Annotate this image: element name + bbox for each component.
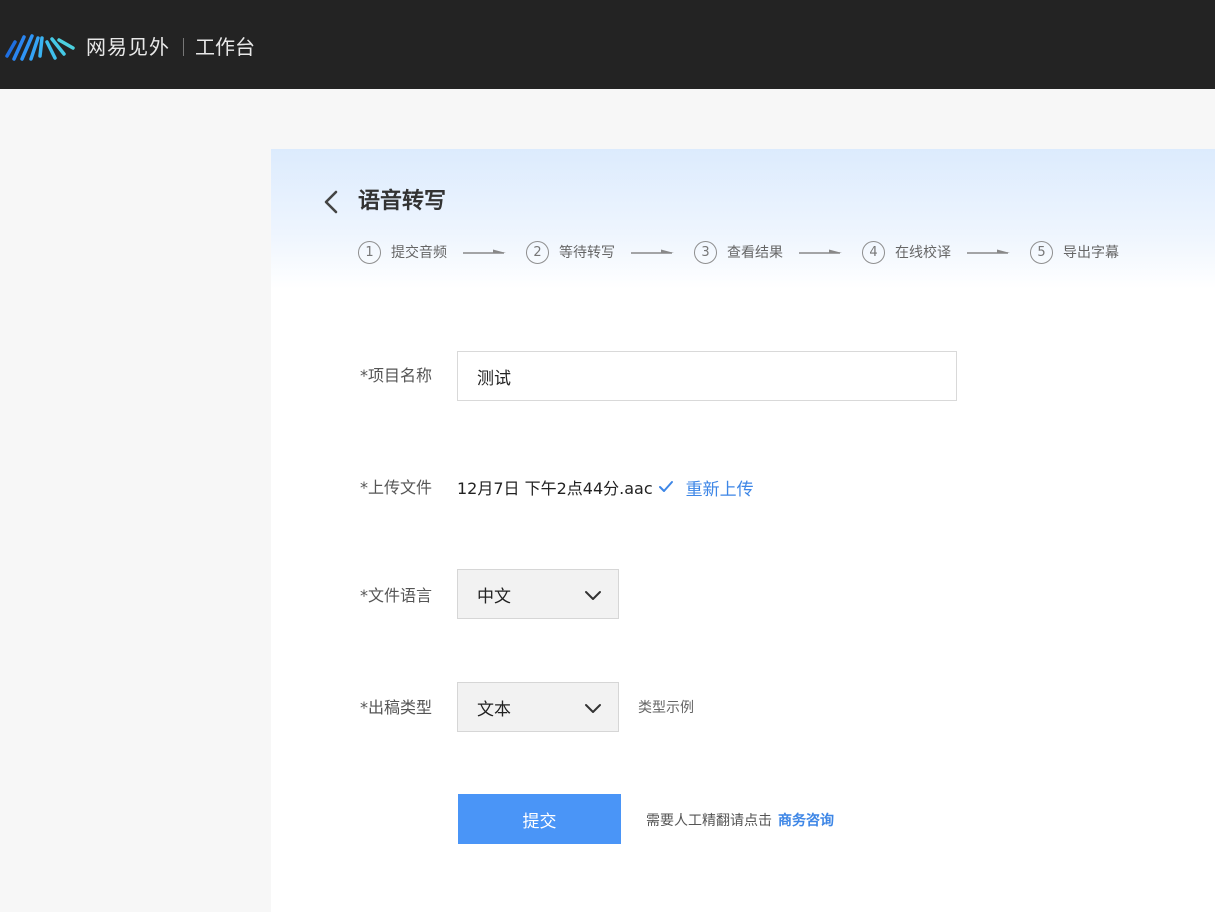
- language-select[interactable]: 中文: [457, 569, 619, 619]
- step-3: 3 查看结果: [694, 240, 783, 264]
- step-2: 2 等待转写: [526, 240, 615, 264]
- check-icon: [658, 481, 673, 492]
- brand-name[interactable]: 网易见外: [86, 33, 170, 61]
- arrow-right-icon: [631, 249, 674, 254]
- project-name-input[interactable]: [457, 351, 957, 401]
- arrow-right-icon: [463, 249, 506, 254]
- business-consult-link[interactable]: 商务咨询: [778, 813, 834, 829]
- arrow-right-icon: [967, 249, 1010, 254]
- step-label: 在线校译: [895, 245, 951, 261]
- chevron-left-icon[interactable]: [321, 189, 343, 215]
- hint-text: 需要人工精翻请点击: [646, 813, 772, 829]
- step-number: 2: [526, 240, 549, 264]
- file-name: 12月7日 下午2点44分.aac: [457, 479, 653, 498]
- upload-file-label: *上传文件: [360, 478, 433, 497]
- step-4: 4 在线校译: [862, 240, 951, 264]
- output-type-label: *出稿类型: [360, 698, 433, 717]
- step-1: 1 提交音频: [358, 240, 447, 264]
- panel-header: 语音转写 1 提交音频 2 等待转写 3 查看结果 4 在线校译 5 导出字幕: [271, 149, 1215, 289]
- language-select-value: 中文: [477, 586, 511, 607]
- type-sample-link[interactable]: 类型示例: [638, 698, 694, 718]
- waveform-logo-icon[interactable]: [4, 32, 76, 62]
- workspace-title[interactable]: 工作台: [195, 33, 255, 61]
- file-language-label: *文件语言: [360, 586, 433, 605]
- step-label: 等待转写: [559, 245, 615, 261]
- step-label: 导出字幕: [1063, 245, 1119, 261]
- brand-divider: [183, 38, 184, 56]
- main-panel: 语音转写 1 提交音频 2 等待转写 3 查看结果 4 在线校译 5 导出字幕 …: [271, 149, 1215, 912]
- submit-button[interactable]: 提交: [458, 794, 621, 844]
- step-number: 5: [1030, 240, 1053, 264]
- step-number: 3: [694, 240, 717, 264]
- reupload-link[interactable]: 重新上传: [686, 475, 754, 500]
- manual-translation-hint: 需要人工精翻请点击 商务咨询: [646, 811, 834, 831]
- step-5: 5 导出字幕: [1030, 240, 1119, 264]
- chevron-down-icon: [585, 591, 601, 600]
- step-number: 4: [862, 240, 885, 264]
- chevron-down-icon: [585, 704, 601, 713]
- project-name-label: *项目名称: [360, 366, 433, 385]
- top-bar: 网易见外 工作台: [0, 0, 1215, 89]
- uploaded-file: 12月7日 下午2点44分.aac 重新上传: [457, 475, 754, 500]
- step-number: 1: [358, 240, 381, 264]
- step-label: 提交音频: [391, 245, 447, 261]
- output-type-select[interactable]: 文本: [457, 682, 619, 732]
- output-type-select-value: 文本: [477, 699, 511, 720]
- arrow-right-icon: [799, 249, 842, 254]
- page-title: 语音转写: [358, 189, 447, 214]
- step-label: 查看结果: [727, 245, 783, 261]
